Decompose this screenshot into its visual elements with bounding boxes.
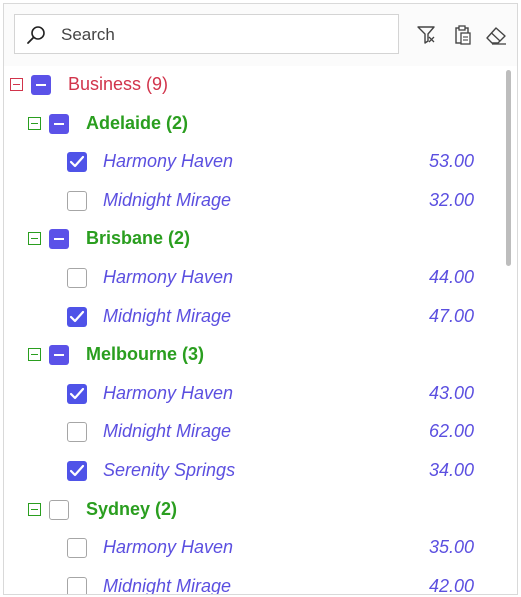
filter-icon[interactable] — [414, 22, 440, 48]
checkbox[interactable] — [67, 538, 87, 559]
tree-item-row[interactable]: Midnight Mirage 42.00 — [4, 568, 499, 595]
item-label: Harmony Haven — [103, 537, 234, 558]
eraser-icon[interactable] — [483, 22, 509, 48]
item-value: 35.00 — [428, 537, 474, 558]
group-label: Brisbane (2) — [86, 228, 191, 249]
checkbox[interactable] — [49, 229, 69, 250]
tree-group-row[interactable]: Melbourne (3) — [4, 336, 499, 375]
checkbox[interactable] — [67, 576, 87, 594]
tree-view: Business (9) Adelaide (2) Harmony Haven 53.… — [4, 66, 499, 595]
tree-group-row[interactable]: Sydney (2) — [4, 491, 499, 530]
tree-item-row[interactable]: Midnight Mirage 32.00 — [4, 182, 499, 221]
tree-item-row[interactable]: Harmony Haven 44.00 — [4, 259, 499, 298]
tree-group-row[interactable]: Brisbane (2) — [4, 220, 499, 259]
tree-item-row[interactable]: Serenity Springs 34.00 — [4, 452, 499, 491]
collapse-icon[interactable] — [28, 502, 41, 516]
tree-item-row[interactable]: Harmony Haven 43.00 — [4, 375, 499, 414]
collapse-icon[interactable] — [28, 232, 41, 246]
item-value: 44.00 — [428, 266, 474, 287]
item-label: Harmony Haven — [103, 382, 234, 403]
item-label: Midnight Mirage — [103, 421, 232, 442]
tree-item-row[interactable]: Harmony Haven 53.00 — [4, 143, 499, 182]
item-label: Harmony Haven — [103, 151, 234, 172]
checkbox[interactable] — [49, 499, 69, 520]
tree-root-row[interactable]: Business (9) — [4, 66, 499, 105]
checkbox[interactable] — [31, 75, 51, 95]
checkbox[interactable] — [67, 460, 87, 481]
item-value: 34.00 — [428, 459, 474, 480]
item-label: Harmony Haven — [103, 266, 234, 287]
search-box[interactable] — [14, 14, 399, 54]
search-input[interactable] — [59, 22, 383, 48]
checkbox[interactable] — [67, 152, 87, 173]
tree-group-row[interactable]: Adelaide (2) — [4, 105, 499, 144]
checkbox[interactable] — [49, 345, 69, 366]
tree-item-row[interactable]: Midnight Mirage 47.00 — [4, 298, 499, 337]
checkbox[interactable] — [67, 267, 87, 288]
item-label: Midnight Mirage — [103, 575, 232, 595]
item-label: Serenity Springs — [103, 459, 236, 480]
vertical-scrollbar[interactable] — [501, 66, 517, 594]
checkbox[interactable] — [67, 190, 87, 211]
group-label: Adelaide (2) — [86, 112, 189, 133]
root-label: Business (9) — [68, 74, 169, 94]
filter-panel: Business (9) Adelaide (2) Harmony Haven 53.… — [3, 3, 518, 595]
tree-item-row[interactable]: Midnight Mirage 62.00 — [4, 413, 499, 452]
item-value: 62.00 — [428, 421, 474, 442]
group-label: Melbourne (3) — [86, 344, 205, 365]
item-value: 47.00 — [428, 305, 474, 326]
item-label: Midnight Mirage — [103, 305, 232, 326]
item-value: 32.00 — [428, 189, 474, 210]
scrollbar-thumb[interactable] — [506, 70, 511, 266]
item-value: 43.00 — [428, 382, 474, 403]
clipboard-icon[interactable] — [450, 22, 476, 48]
toolbar — [4, 4, 517, 66]
checkbox[interactable] — [49, 113, 69, 134]
collapse-icon[interactable] — [28, 116, 41, 130]
checkbox[interactable] — [67, 306, 87, 327]
checkbox[interactable] — [67, 383, 87, 404]
collapse-icon[interactable] — [10, 78, 23, 91]
item-label: Midnight Mirage — [103, 189, 232, 210]
search-icon — [27, 26, 45, 44]
tree-item-row[interactable]: Harmony Haven 35.00 — [4, 529, 499, 568]
group-label: Sydney (2) — [86, 498, 178, 519]
checkbox[interactable] — [67, 422, 87, 443]
item-value: 53.00 — [428, 151, 474, 172]
collapse-icon[interactable] — [28, 348, 41, 362]
item-value: 42.00 — [428, 575, 474, 595]
